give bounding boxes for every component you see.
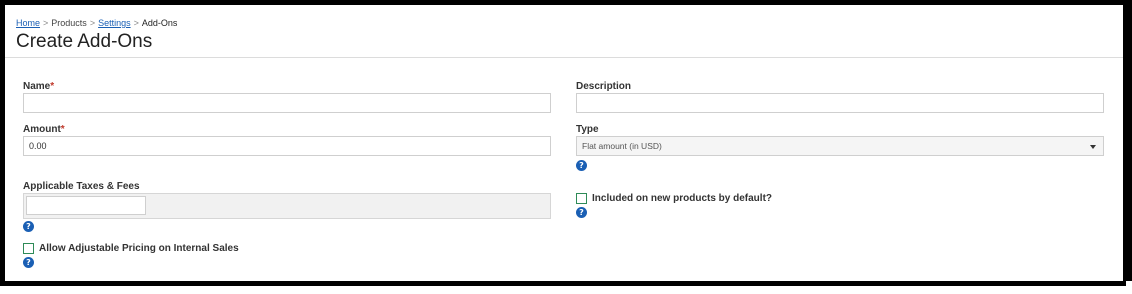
breadcrumb-separator: > — [89, 18, 96, 28]
type-selected-value: Flat amount (in USD) — [582, 141, 662, 151]
breadcrumb-products: Products — [51, 18, 87, 28]
amount-label: Amount* — [23, 124, 65, 135]
breadcrumb-home-link[interactable]: Home — [16, 18, 40, 28]
frame-border-bottom — [0, 281, 1126, 286]
breadcrumb-settings-link[interactable]: Settings — [98, 18, 131, 28]
help-icon[interactable]: ? — [576, 207, 587, 218]
breadcrumb-separator: > — [133, 18, 139, 28]
help-icon[interactable]: ? — [23, 257, 34, 268]
taxes-field — [23, 193, 551, 219]
title-divider — [5, 57, 1123, 58]
amount-label-text: Amount — [23, 124, 61, 135]
included-default-label: Included on new products by default? — [592, 193, 773, 204]
type-select[interactable]: Flat amount (in USD) — [576, 136, 1104, 156]
amount-required-mark: * — [60, 124, 65, 135]
chevron-down-icon — [1090, 145, 1096, 149]
screenshot-frame: Home > Products > Settings > Add-Ons Create Ad… — [0, 0, 1132, 294]
name-label: Name* — [23, 81, 54, 92]
frame-border-right — [1123, 0, 1132, 294]
taxes-input[interactable] — [26, 196, 146, 215]
name-required-mark: * — [50, 81, 55, 92]
description-label: Description — [576, 81, 632, 92]
page-content: Home > Products > Settings > Add-Ons Create Ad… — [5, 5, 1123, 281]
help-icon[interactable]: ? — [23, 221, 34, 232]
adjustable-pricing-label: Allow Adjustable Pricing on Internal Sal… — [39, 243, 239, 254]
help-icon[interactable]: ? — [576, 160, 587, 171]
type-label: Type — [576, 124, 599, 135]
frame-border-bottom-area — [0, 281, 1132, 294]
page-title: Create Add-Ons — [16, 31, 153, 52]
name-input[interactable] — [23, 93, 551, 113]
amount-input[interactable] — [23, 136, 551, 156]
adjustable-pricing-checkbox[interactable] — [23, 243, 34, 254]
breadcrumb: Home > Products > Settings > Add-Ons — [16, 18, 177, 28]
breadcrumb-current: Add-Ons — [141, 18, 178, 28]
included-default-checkbox[interactable] — [576, 193, 587, 204]
breadcrumb-separator: > — [43, 18, 49, 28]
description-input[interactable] — [576, 93, 1104, 113]
taxes-label: Applicable Taxes & Fees — [23, 181, 140, 192]
name-label-text: Name — [23, 81, 51, 92]
